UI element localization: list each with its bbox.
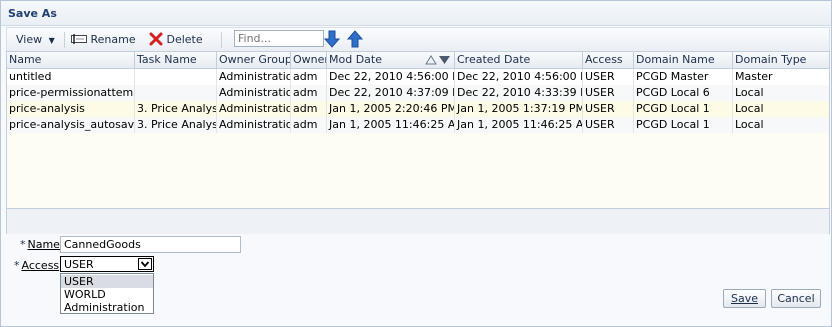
mod-date-label: Mod Date [329,53,382,66]
access-label-text: Access [21,259,60,272]
cell-created-date: Dec 22, 2010 4:56:00 PM [457,69,583,85]
cell-access: USER [583,101,634,117]
find-next-button[interactable] [323,30,341,48]
required-marker: * [20,238,26,251]
cell-owner-group: Administration [217,117,291,133]
rename-icon [71,34,87,44]
toolbar-separator [64,32,65,48]
arrow-down-icon [323,30,341,48]
dialog-title: Save As [8,7,57,20]
table-row-selected[interactable]: price-analysis 3. Price Analysis Adminis… [7,101,829,118]
cell-task-name [135,69,217,85]
cell-owner: adm [291,69,327,85]
cell-domain-type: Master [735,70,773,83]
column-header-mod-date[interactable]: Mod Date [327,52,455,68]
cell-name: price-analysis [7,101,135,117]
cell-owner: adm [291,117,327,133]
name-label-text: Name [27,238,60,251]
cell-name: untitled [7,69,135,85]
table-row[interactable]: price-analysis_autosaved 3. Price Analys… [7,117,829,134]
cell-domain-type: Local [735,118,764,131]
find-input[interactable] [234,30,324,47]
cell-access: USER [583,85,634,101]
dialog-title-bar: Save As [1,1,831,26]
column-header-owner[interactable]: Owner [291,52,327,68]
cell-task-name: 3. Price Analysis [137,101,217,117]
column-header-owner-group[interactable]: Owner Group [217,52,291,68]
column-header-access[interactable]: Access [583,52,634,68]
cell-domain-type: Local [735,102,764,115]
toolbar: View ▼ Rename Delete [6,27,830,52]
delete-label: Delete [166,33,203,46]
cell-created-date: Jan 1, 2005 11:46:25 AM [457,117,583,133]
access-option-world[interactable]: WORLD [61,288,153,301]
delete-x-icon [149,32,163,46]
toolbar-separator [221,32,222,48]
cell-access: USER [583,117,634,133]
cell-mod-date: Jan 1, 2005 2:20:46 PM [329,101,455,117]
sort-descending-icon [425,55,450,65]
name-input[interactable]: CannedGoods [60,236,241,253]
access-select-value: USER [64,258,94,271]
access-option-administration[interactable]: Administration [61,301,153,314]
cell-owner-group: Administration [217,85,291,101]
cell-name: price-analysis_autosaved [9,117,135,133]
table-row[interactable]: untitled Administration adm Dec 22, 2010… [7,69,829,86]
cell-owner-group: Administration [217,69,291,85]
rename-label: Rename [90,33,136,46]
table-header: Name Task Name Owner Group Owner Mod Dat… [7,52,829,69]
cell-access: USER [583,69,634,85]
documents-table: Name Task Name Owner Group Owner Mod Dat… [6,51,830,234]
access-dropdown-button[interactable] [138,258,152,270]
column-header-domain-type[interactable]: Domain Type [733,52,829,68]
cancel-button[interactable]: Cancel [771,289,821,308]
column-header-created-date[interactable]: Created Date [455,52,583,68]
cell-domain-name: PCGD Master [634,69,733,85]
cell-mod-date: Dec 22, 2010 4:56:00 PM [329,69,455,85]
required-marker: * [14,259,20,272]
cell-domain-name: PCGD Local 6 [634,85,733,101]
delete-button[interactable]: Delete [149,31,203,49]
cell-name: price-permissionattempt [9,85,135,101]
cell-task-name: 3. Price Analysis [137,117,217,133]
cell-domain-type: Local [735,86,764,99]
access-option-user[interactable]: USER [61,275,153,288]
view-menu-button[interactable]: View ▼ [16,31,55,49]
cell-mod-date: Jan 1, 2005 11:46:25 AM [329,117,455,133]
cell-created-date: Jan 1, 2005 1:37:19 PM [457,101,583,117]
arrow-up-icon [346,30,364,48]
cancel-button-label: Cancel [777,292,815,305]
save-button[interactable]: Save [723,289,766,308]
access-options-list: USER WORLD Administration [60,273,154,314]
access-field-label: * Access [14,259,59,272]
table-row[interactable]: price-permissionattempt Administration a… [7,85,829,102]
cell-owner: adm [291,101,327,117]
save-as-dialog: Save As View ▼ Rename Delete Name Task N… [0,0,832,327]
access-select[interactable]: USER [60,256,154,272]
find-previous-button[interactable] [346,30,364,48]
column-header-name[interactable]: Name [7,52,135,68]
chevron-down-icon [140,261,150,268]
save-button-label: Save [730,292,758,305]
name-field-label: * Name [20,238,60,251]
table-empty-area [7,133,829,208]
column-header-domain-name[interactable]: Domain Name [634,52,733,68]
cell-task-name [135,85,217,101]
cell-owner: adm [291,85,327,101]
cell-domain-name: PCGD Local 1 [634,101,733,117]
cell-domain-name: PCGD Local 1 [634,117,733,133]
cell-owner-group: Administration [217,101,291,117]
rename-button[interactable]: Rename [71,31,136,49]
chevron-down-icon: ▼ [48,36,55,45]
view-menu-label: View [16,33,43,46]
table-footer [7,208,829,234]
column-header-task-name[interactable]: Task Name [135,52,217,68]
cell-created-date: Dec 22, 2010 4:33:39 PM [457,85,583,101]
cell-mod-date: Dec 22, 2010 4:37:09 PM [329,85,455,101]
